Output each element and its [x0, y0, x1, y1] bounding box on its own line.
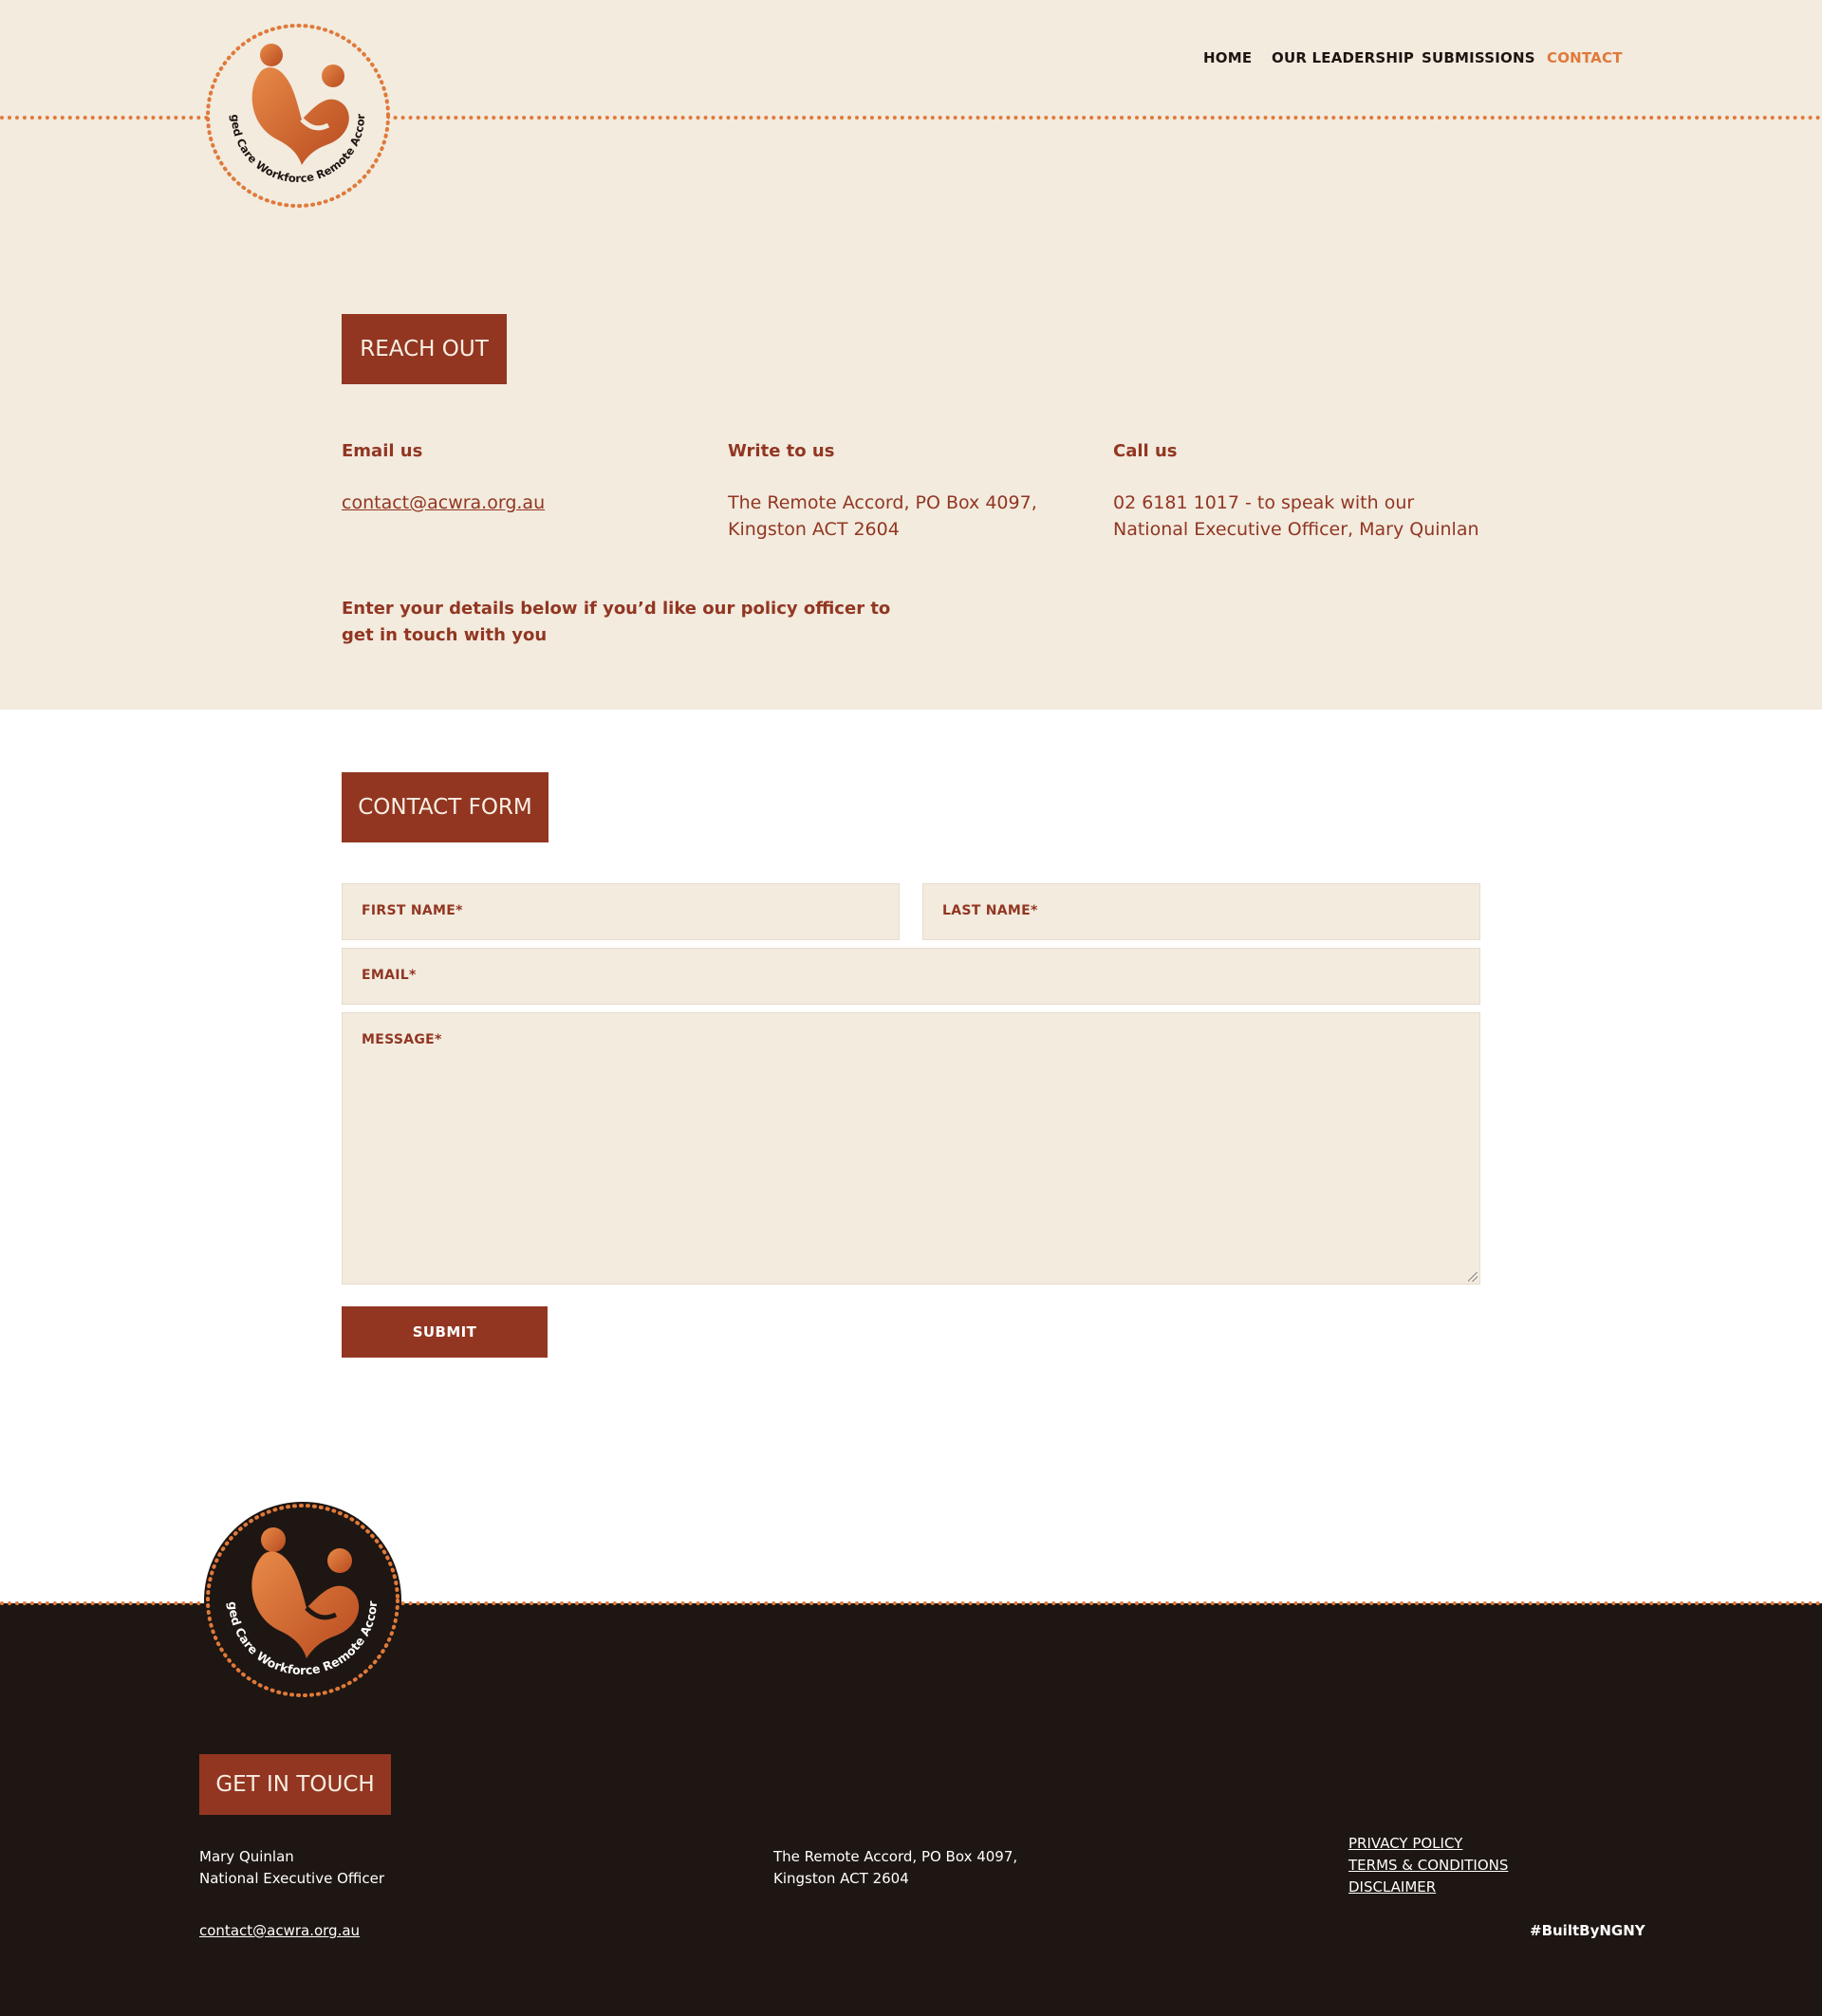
footer-email-link[interactable]: contact@acwra.org.au — [199, 1922, 360, 1939]
privacy-policy-link[interactable]: PRIVACY POLICY — [1348, 1835, 1462, 1852]
message-textarea[interactable]: MESSAGE* — [342, 1012, 1480, 1285]
email-link[interactable]: contact@acwra.org.au — [342, 492, 545, 513]
last-name-input[interactable]: LAST NAME* — [922, 883, 1480, 940]
footer-contact-name: Mary Quinlan — [199, 1848, 294, 1865]
last-name-placeholder: LAST NAME* — [942, 903, 1038, 918]
nav-home[interactable]: HOME — [1203, 49, 1252, 66]
contact-intro-text: Enter your details below if you’d like o… — [342, 599, 891, 645]
email-placeholder: EMAIL* — [362, 968, 417, 983]
message-placeholder: MESSAGE* — [362, 1032, 442, 1047]
footer-address-line2: Kingston ACT 2604 — [773, 1870, 909, 1887]
terms-conditions-link[interactable]: TERMS & CONDITIONS — [1348, 1857, 1508, 1874]
nav-submissions[interactable]: SUBMISSIONS — [1422, 49, 1535, 66]
first-name-input[interactable]: FIRST NAME* — [342, 883, 900, 940]
email-us-heading: Email us — [342, 441, 423, 461]
footer-address-line1: The Remote Accord, PO Box 4097, — [773, 1848, 1018, 1865]
call-us-heading: Call us — [1113, 441, 1178, 461]
site-logo[interactable]: Aged Care Workforce Remote Accord — [199, 10, 393, 214]
first-name-placeholder: FIRST NAME* — [362, 903, 463, 918]
textarea-resize-handle[interactable] — [1468, 1272, 1478, 1282]
reach-out-heading: REACH OUT — [342, 314, 507, 384]
get-in-touch-heading: GET IN TOUCH — [199, 1754, 391, 1815]
postal-address: The Remote Accord, PO Box 4097, Kingston… — [728, 492, 1037, 540]
contact-form-heading: CONTACT FORM — [342, 772, 548, 842]
write-to-us-heading: Write to us — [728, 441, 835, 461]
footer-contact-role: National Executive Officer — [199, 1870, 385, 1887]
email-us-block: contact@acwra.org.au — [342, 490, 702, 516]
submit-button[interactable]: SUBMIT — [342, 1306, 548, 1358]
footer-email-block: contact@acwra.org.au — [199, 1920, 360, 1942]
disclaimer-link[interactable]: DISCLAIMER — [1348, 1878, 1436, 1896]
built-by-credit[interactable]: #BuiltByNGNY — [1530, 1920, 1645, 1942]
nav-contact[interactable]: CONTACT — [1547, 49, 1623, 66]
nav-our-leadership[interactable]: OUR LEADERSHIP — [1272, 49, 1414, 66]
email-input[interactable]: EMAIL* — [342, 948, 1480, 1005]
phone-text: 02 6181 1017 - to speak with our Nationa… — [1113, 492, 1479, 540]
footer-logo[interactable]: Aged Care Workforce Remote Accord — [193, 1489, 408, 1705]
